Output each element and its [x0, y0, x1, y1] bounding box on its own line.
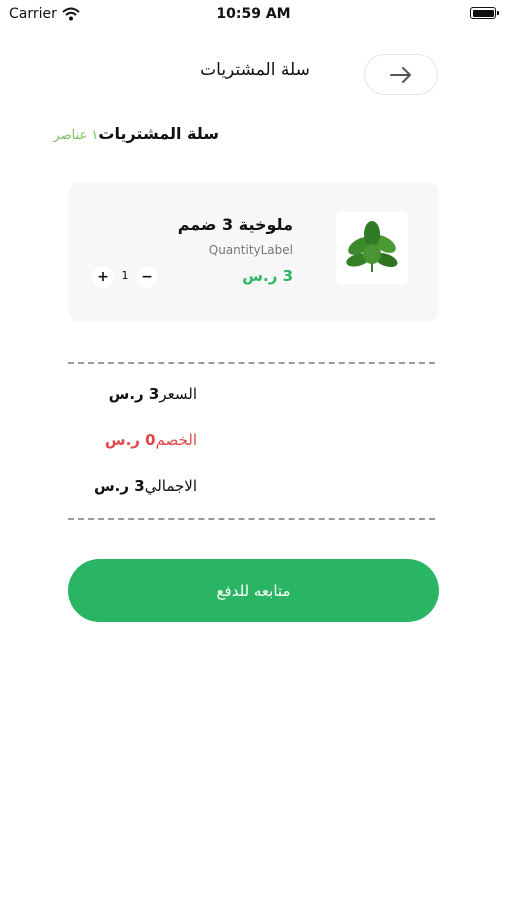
discount-label: الخصم: [155, 431, 197, 449]
clock: 10:59 AM: [216, 6, 291, 22]
divider: [68, 362, 435, 364]
product-image: [336, 212, 408, 284]
battery-icon: [470, 7, 499, 19]
subtotal-value: 3 ر.س: [108, 385, 160, 403]
total-value: 3 ر.س: [93, 477, 145, 495]
quantity-value: 1: [121, 269, 129, 282]
status-bar: Carrier 10:59 AM: [0, 0, 507, 30]
cart-item-card: ملوخية 3 ضمم QuantityLabel 3 ر.س + 1 −: [68, 182, 439, 322]
increment-button[interactable]: +: [92, 266, 114, 288]
quantity-label: QuantityLabel: [208, 243, 293, 257]
discount-value: 0 ر.س: [104, 431, 156, 449]
checkout-button[interactable]: متابعه للدفع: [68, 559, 439, 622]
cart-section-title: سلة المشتريات١ عناصر: [53, 124, 219, 143]
discount-row: الخصم0 ر.س: [105, 431, 197, 449]
total-row: الاجمالي3 ر.س: [94, 477, 197, 495]
back-button[interactable]: [364, 54, 438, 95]
product-name: ملوخية 3 ضمم: [177, 215, 293, 234]
decrement-button[interactable]: −: [136, 266, 158, 288]
total-label: الاجمالي: [144, 477, 197, 495]
divider: [68, 518, 435, 520]
cart-section-label: سلة المشتريات: [98, 124, 219, 143]
subtotal-row: السعر3 ر.س: [109, 385, 197, 403]
product-price: 3 ر.س: [242, 267, 293, 285]
cart-item-count: ١ عناصر: [53, 128, 99, 143]
arrow-right-icon: [390, 66, 411, 83]
subtotal-label: السعر: [159, 385, 197, 403]
quantity-stepper: + 1 −: [92, 266, 160, 290]
page-title: سلة المشتريات: [200, 60, 310, 80]
